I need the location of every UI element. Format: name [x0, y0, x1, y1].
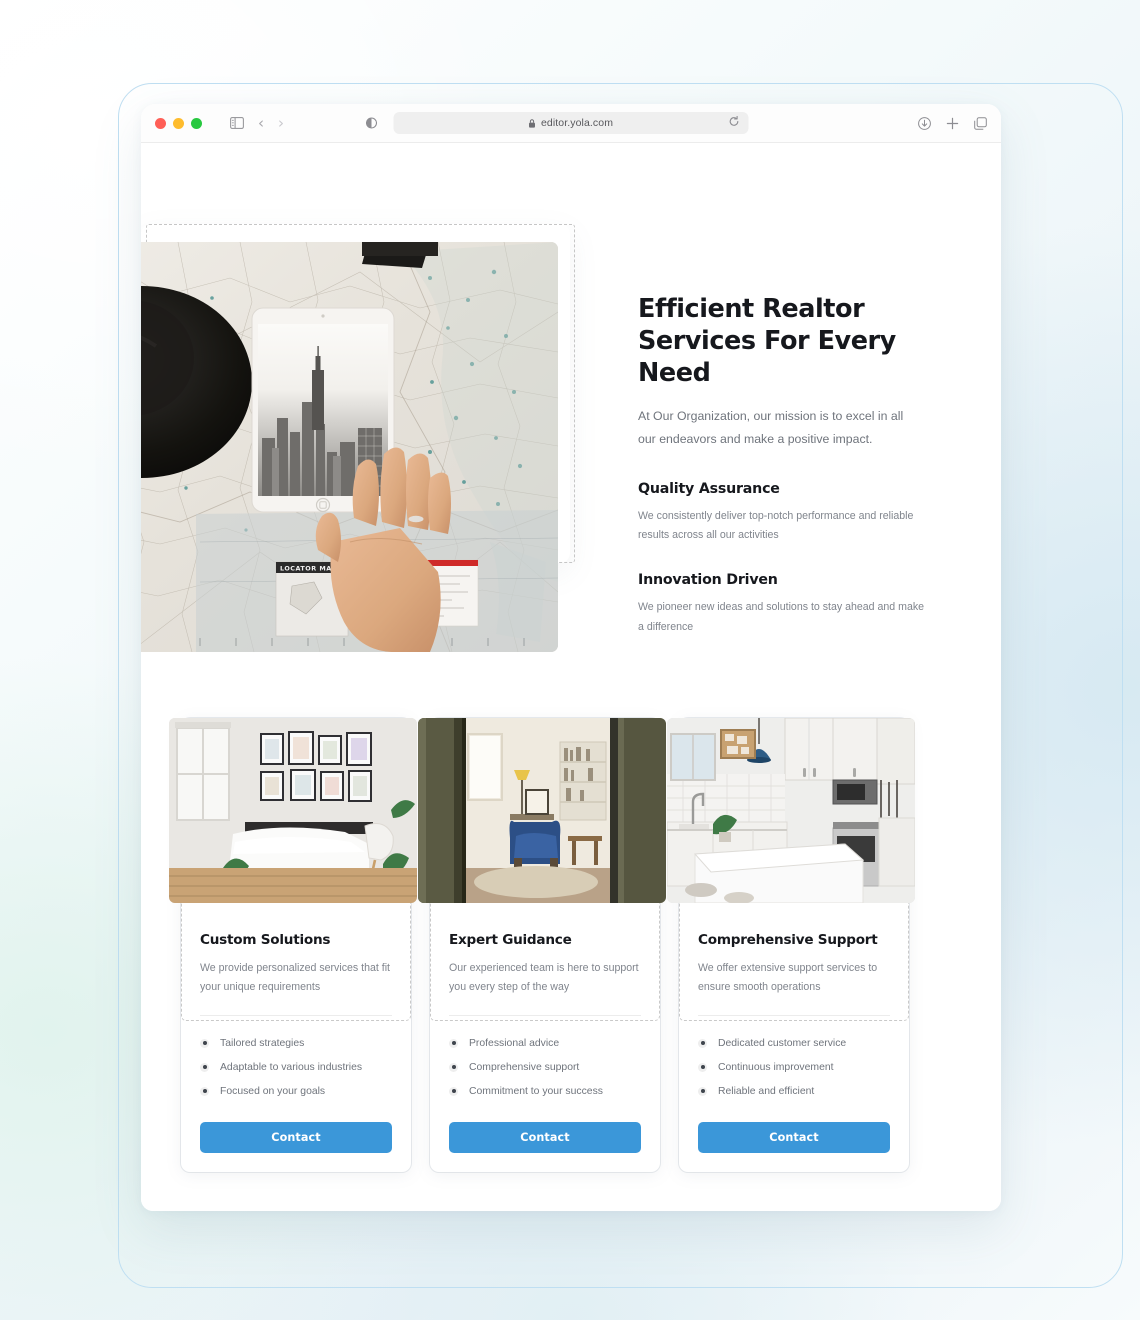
bullet-icon [449, 1038, 458, 1048]
list-item-label: Tailored strategies [220, 1037, 305, 1049]
card-feature-list: Professional advice Comprehensive suppor… [449, 1031, 641, 1103]
divider [698, 1015, 890, 1017]
forward-button[interactable]: › [278, 115, 284, 131]
minimize-window-button[interactable] [173, 117, 184, 129]
list-item: Comprehensive support [449, 1055, 641, 1079]
hero-subtitle: At Our Organization, our mission is to e… [638, 409, 904, 447]
feature-title: Quality Assurance [638, 480, 780, 497]
tablet-on-map-photo[interactable]: LOCATOR MAP [141, 242, 558, 652]
reload-icon[interactable] [729, 115, 740, 130]
download-icon[interactable] [918, 116, 931, 130]
bullet-icon [200, 1038, 209, 1048]
list-item: Professional advice [449, 1031, 641, 1055]
svg-text:LOCATOR MAP: LOCATOR MAP [280, 565, 337, 573]
zoom-window-button[interactable] [191, 117, 202, 129]
list-item: Focused on your goals [200, 1079, 392, 1103]
list-item-label: Continuous improvement [718, 1061, 834, 1073]
list-item: Tailored strategies [200, 1031, 392, 1055]
list-item-label: Comprehensive support [469, 1061, 580, 1073]
plus-icon[interactable] [946, 117, 959, 130]
bullet-icon [698, 1038, 707, 1048]
card-description: We offer extensive support services to e… [698, 961, 878, 993]
card-description: We provide personalized services that fi… [200, 961, 390, 993]
list-item-label: Dedicated customer service [718, 1037, 847, 1049]
service-card-expert-guidance[interactable]: Expert Guidance Our experienced team is … [418, 717, 666, 1173]
browser-toolbar: ‹ › editor.yola.com [141, 104, 1001, 143]
page-title: Efficient Realtor Services For Every Nee… [638, 294, 896, 389]
hero-text-column: Efficient Realtor Services For Every Nee… [638, 293, 938, 637]
card-feature-list: Dedicated customer service Continuous im… [698, 1031, 890, 1103]
lock-icon [529, 118, 536, 128]
list-item: Dedicated customer service [698, 1031, 890, 1055]
list-item: Reliable and efficient [698, 1079, 890, 1103]
list-item-label: Focused on your goals [220, 1085, 326, 1097]
feature-title: Innovation Driven [638, 572, 778, 589]
tab-overview-icon[interactable] [974, 116, 987, 130]
bullet-icon [698, 1086, 707, 1096]
bullet-icon [200, 1062, 209, 1072]
contact-button[interactable]: Contact [449, 1122, 641, 1154]
card-title: Comprehensive Support [698, 931, 878, 948]
contact-button[interactable]: Contact [200, 1122, 392, 1154]
url-text: editor.yola.com [540, 117, 614, 129]
feature-body: We pioneer new ideas and solutions to st… [638, 601, 925, 633]
card-feature-list: Tailored strategies Adaptable to various… [200, 1031, 392, 1103]
back-button[interactable]: ‹ [258, 115, 264, 131]
feature-quality-assurance: Quality Assurance We consistently delive… [638, 481, 938, 546]
website-canvas: LOCATOR MAP Efficient Realtor Services F… [141, 143, 1001, 1211]
close-window-button[interactable] [155, 117, 166, 129]
feature-innovation-driven: Innovation Driven We pioneer new ideas a… [638, 572, 938, 637]
sidebar-icon[interactable] [230, 117, 244, 129]
list-item-label: Adaptable to various industries [220, 1061, 363, 1073]
list-item-label: Reliable and efficient [718, 1085, 815, 1097]
card-description: Our experienced team is here to support … [449, 961, 639, 993]
feature-body: We consistently deliver top-notch perfor… [638, 509, 914, 542]
bedroom-photo[interactable] [169, 717, 417, 903]
reader-view-icon[interactable] [366, 117, 377, 129]
contact-button[interactable]: Contact [698, 1122, 890, 1154]
living-room-photo[interactable] [418, 717, 666, 903]
window-controls[interactable] [155, 117, 202, 129]
divider [449, 1015, 641, 1017]
list-item: Adaptable to various industries [200, 1055, 392, 1079]
kitchen-photo[interactable] [667, 717, 915, 903]
browser-window: ‹ › editor.yola.com LOCATOR MAP Efficien… [141, 104, 1001, 1211]
address-bar[interactable]: editor.yola.com [393, 112, 749, 134]
list-item: Continuous improvement [698, 1055, 890, 1079]
list-item: Commitment to your success [449, 1079, 641, 1103]
bullet-icon [449, 1086, 458, 1096]
card-title: Expert Guidance [449, 931, 572, 948]
list-item-label: Professional advice [469, 1037, 560, 1049]
list-item-label: Commitment to your success [469, 1085, 603, 1097]
service-cards-row: Custom Solutions We provide personalized… [169, 717, 971, 1173]
service-card-custom-solutions[interactable]: Custom Solutions We provide personalized… [169, 717, 417, 1173]
bullet-icon [449, 1062, 458, 1072]
service-card-comprehensive-support[interactable]: Comprehensive Support We offer extensive… [667, 717, 915, 1173]
card-title: Custom Solutions [200, 931, 331, 948]
bullet-icon [698, 1062, 707, 1072]
divider [200, 1015, 392, 1017]
bullet-icon [200, 1086, 209, 1096]
